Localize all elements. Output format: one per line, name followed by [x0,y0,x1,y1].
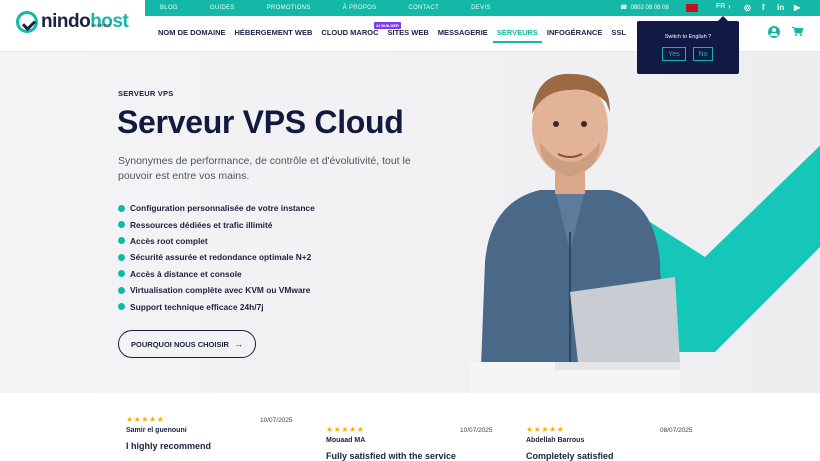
review-date: 10/07/2025 [460,427,493,434]
review-title: Completely satisfied [526,451,614,461]
review-date: 08/07/2025 [660,427,693,434]
nav-item-hosting[interactable]: HÉBERGEMENT WEB [235,28,313,37]
cart-icon[interactable] [792,27,803,36]
cloud-icon [118,270,125,278]
review-title: Fully satisfied with the service [326,451,457,461]
person-with-laptop-image [470,73,680,393]
cta-label: POURQUOI NOUS CHOISIR [131,339,229,349]
feature-label: Support technique efficace 24h/7j [130,301,264,312]
reviews-section: ★★★★★ Samir el guenouni I highly recomme… [0,393,820,461]
nav-item-websites[interactable]: SITES WEB [388,28,429,37]
review-date: 10/07/2025 [260,417,293,424]
feature-label: Accès à distance et console [130,268,242,279]
arrow-right-icon: → [233,339,243,349]
why-choose-us-button[interactable]: POURQUOI NOUS CHOISIR → [118,330,256,358]
main-navigation: NOM DE DOMAINE HÉBERGEMENT WEB CLOUD MAR… [158,28,635,43]
support-icon [118,303,125,311]
nav-item-servers[interactable]: SERVEURS [492,28,543,43]
reviewer-name: Mouaad MA [326,437,366,444]
logo-mark-icon [16,11,38,33]
feature-label: Sécurité assurée et redondance optimale … [130,252,312,263]
top-links: BLOG GUIDES PROMOTIONS À PROPOS CONTACT … [160,0,523,16]
logo-wordmark: nindohost [41,11,129,32]
brand-logo[interactable]: nindohost [16,11,129,33]
top-link-guides[interactable]: GUIDES [210,5,235,11]
feature-label: Accès root complet [130,235,208,246]
network-icon [118,237,125,245]
settings-icon [118,204,125,212]
hero-subtitle: Synonymes de performance, de contrôle et… [118,155,411,182]
linkedin-icon[interactable]: in [777,3,784,12]
top-link-promotions[interactable]: PROMOTIONS [267,5,311,11]
nav-item-ssl[interactable]: SSL [611,28,626,37]
morocco-flag-icon[interactable] [686,4,698,12]
list-item: Ressources dédiées et trafic illimité [118,216,315,232]
list-item: Virtualisation complète avec KVM ou VMwa… [118,282,315,298]
feature-label: Ressources dédiées et trafic illimité [130,219,273,230]
list-item: Support technique efficace 24h/7j [118,298,315,314]
nav-item-email[interactable]: MESSAGERIE [438,28,488,37]
top-link-devis[interactable]: DEVIS [471,5,491,11]
reviewer-name: Abdellah Barrous [526,437,585,444]
youtube-icon[interactable]: ▶ [794,3,800,12]
feature-list: Configuration personnalisée de votre ins… [118,200,315,315]
logo-subtitle: MAROC [92,23,112,28]
top-link-apropos[interactable]: À PROPOS [343,5,377,11]
reviewer-name: Samir el guenouni [126,427,187,434]
phone-number: 0802 08 08 08 [630,4,669,11]
phone-icon: ☎ [620,5,628,11]
facebook-icon[interactable]: f [762,3,765,12]
list-item: Accès root complet [118,233,315,249]
phone-link[interactable]: ☎ 0802 08 08 08 [620,4,669,12]
chevron-right-icon[interactable]: › [728,2,731,11]
nav-item-managed[interactable]: INFOGÉRANCE [547,28,602,37]
nav-item-cloud[interactable]: CLOUD MAROC [321,28,378,37]
account-icon[interactable] [768,26,780,38]
list-item: Sécurité assurée et redondance optimale … [118,249,315,265]
review-title: I highly recommend [126,441,212,451]
hero-section: SERVEUR VPS Serveur VPS Cloud Synonymes … [0,52,820,393]
infinity-icon [118,221,125,229]
language-selector[interactable]: FR [716,3,725,10]
hero-eyebrow: SERVEUR VPS [118,89,174,98]
feature-label: Configuration personnalisée de votre ins… [130,203,315,214]
list-item: Configuration personnalisée de votre ins… [118,200,315,216]
shield-icon [118,253,125,261]
monitor-icon [118,286,125,294]
ai-builder-badge: AI BUILDER [374,22,401,29]
instagram-icon[interactable]: ◎ [744,3,751,12]
popup-no-button[interactable]: No [693,47,713,61]
top-link-contact[interactable]: CONTACT [408,5,439,11]
top-link-blog[interactable]: BLOG [160,5,178,11]
language-switch-popup: Switch to English ? Yes No [637,16,739,74]
hero-title: Serveur VPS Cloud [117,104,404,140]
popup-question: Switch to English ? [664,34,712,40]
list-item: Accès à distance et console [118,266,315,282]
nav-item-domain[interactable]: NOM DE DOMAINE [158,28,226,37]
feature-label: Virtualisation complète avec KVM ou VMwa… [130,285,311,296]
popup-yes-button[interactable]: Yes [662,47,686,61]
